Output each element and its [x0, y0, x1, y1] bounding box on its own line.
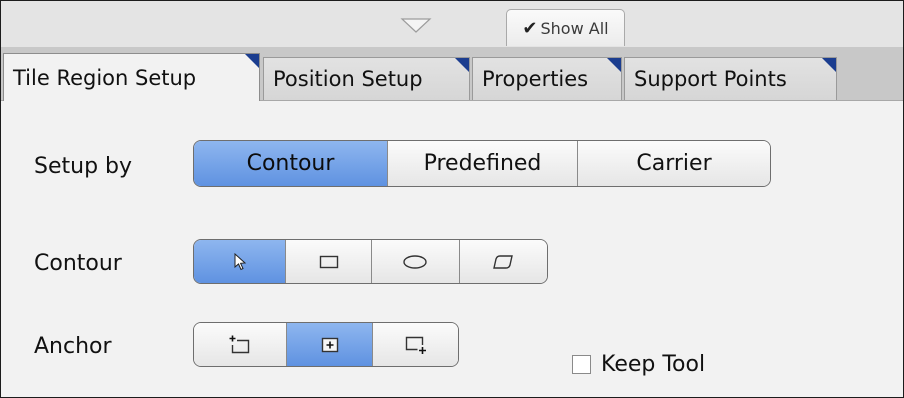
anchor-bottom-right-button[interactable] [372, 323, 458, 366]
tab-properties[interactable]: Properties [472, 57, 622, 100]
setup-by-predefined-button[interactable]: Predefined [387, 141, 577, 186]
setup-by-contour-button[interactable]: Contour [194, 141, 387, 186]
tab-support-points[interactable]: Support Points [624, 57, 837, 100]
contour-ellipse-button[interactable] [371, 240, 459, 283]
show-all-tab[interactable]: ✔ Show All [506, 9, 625, 46]
tile-region-setup-content: Setup by Contour Predefined Carrier Cont… [1, 101, 903, 397]
tile-region-panel: ✔ Show All Tile Region Setup Position Se… [0, 0, 904, 398]
tab-label: Properties [482, 67, 589, 91]
anchor-top-left-icon [229, 335, 250, 353]
tab-bar: Tile Region Setup Position Setup Propert… [1, 47, 903, 101]
anchor-segmented-control [193, 322, 459, 367]
anchor-label: Anchor [34, 334, 112, 359]
setup-by-label: Setup by [34, 154, 133, 179]
triangle-down-icon [400, 18, 432, 33]
pointer-icon [234, 252, 246, 270]
setup-by-carrier-button[interactable]: Carrier [577, 141, 770, 186]
anchor-bottom-right-icon [405, 336, 426, 354]
contour-tool-segmented-control [193, 239, 548, 284]
anchor-center-button[interactable] [286, 323, 372, 366]
ellipse-icon [403, 254, 427, 269]
anchor-top-left-button[interactable] [194, 323, 286, 366]
checkmark-icon: ✔ [522, 17, 538, 39]
tab-corner-marker-icon [607, 58, 621, 72]
polygon-icon [493, 254, 514, 269]
tab-label: Position Setup [273, 67, 423, 91]
tab-label: Support Points [634, 67, 787, 91]
anchor-center-icon [321, 337, 338, 352]
tab-corner-marker-icon [822, 58, 836, 72]
collapse-toggle[interactable] [396, 17, 436, 35]
keep-tool-label: Keep Tool [601, 352, 706, 377]
checkbox-box [572, 355, 591, 374]
contour-polygon-button[interactable] [458, 240, 547, 283]
show-all-label: Show All [540, 18, 609, 38]
setup-by-segmented-control: Contour Predefined Carrier [193, 140, 771, 187]
tab-corner-marker-icon [245, 54, 259, 68]
tab-label: Tile Region Setup [13, 65, 197, 90]
panel-header: ✔ Show All [1, 1, 903, 48]
contour-label: Contour [34, 251, 122, 276]
contour-pointer-button[interactable] [194, 240, 286, 283]
keep-tool-checkbox[interactable]: Keep Tool [572, 352, 705, 377]
tab-tile-region-setup[interactable]: Tile Region Setup [3, 53, 260, 101]
contour-rectangle-button[interactable] [285, 240, 371, 283]
rectangle-icon [319, 255, 338, 268]
tab-corner-marker-icon [455, 58, 469, 72]
tab-position-setup[interactable]: Position Setup [263, 57, 470, 100]
